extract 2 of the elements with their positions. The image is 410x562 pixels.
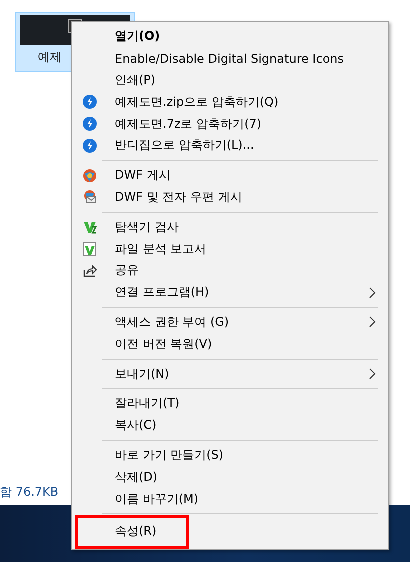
file-name: 예제 — [38, 49, 62, 66]
status-text: 함 76.7KB — [0, 484, 59, 501]
